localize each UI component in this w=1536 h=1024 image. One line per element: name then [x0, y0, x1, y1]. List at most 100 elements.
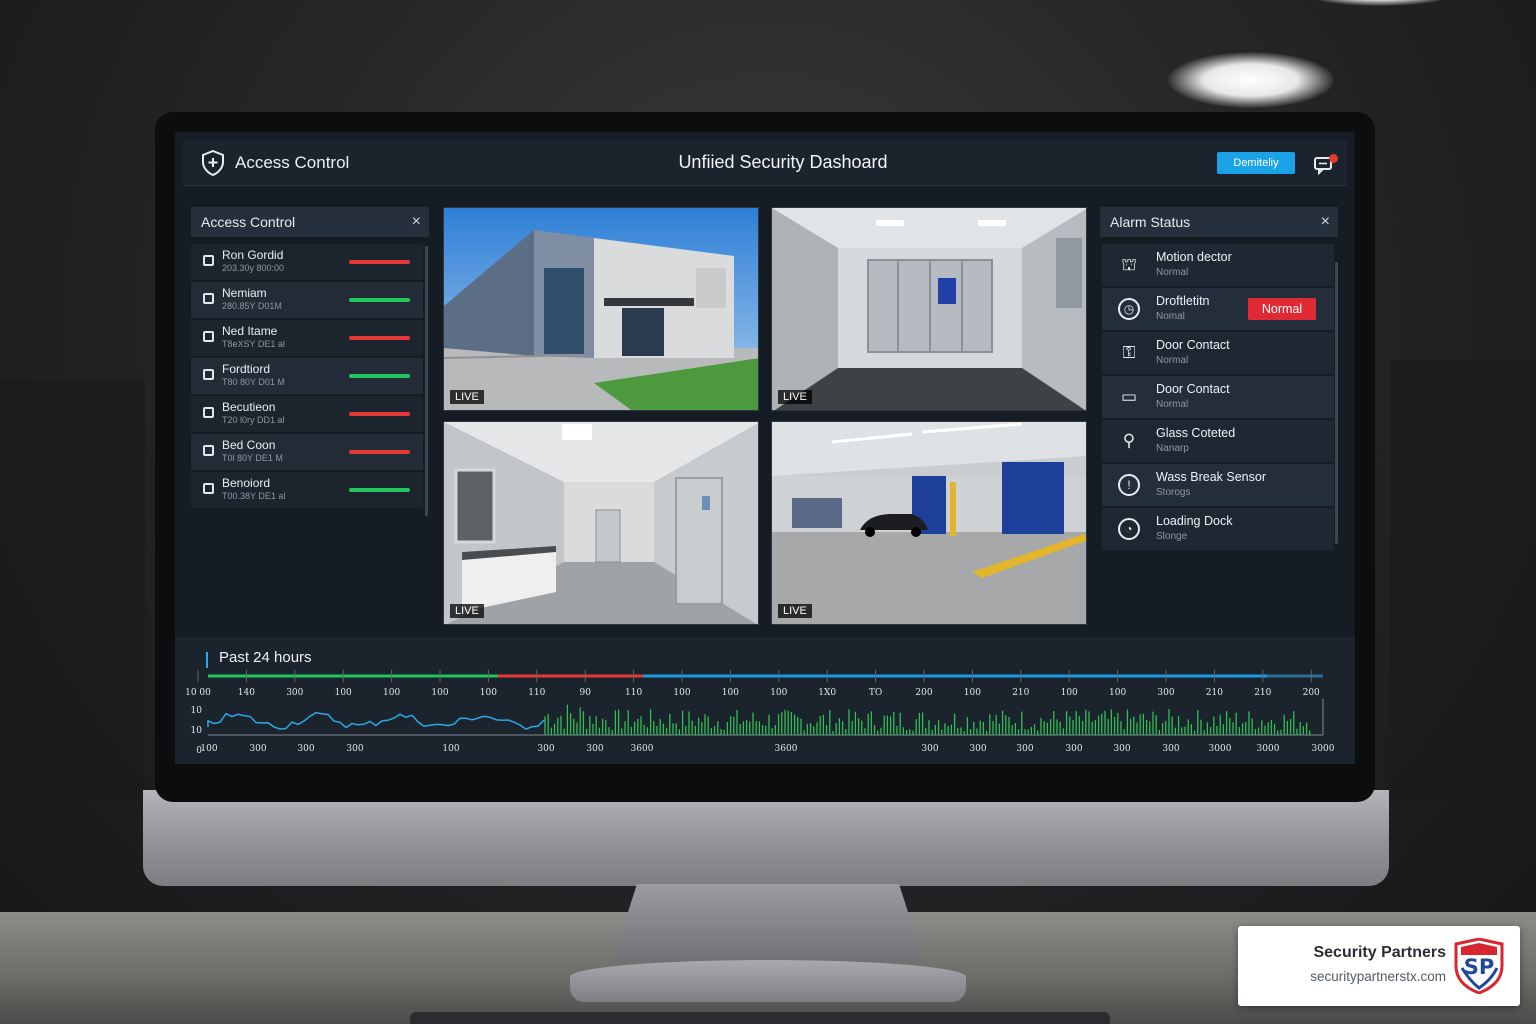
scrollbar[interactable] — [1335, 262, 1338, 544]
alarm-item-status: Nanarp — [1156, 443, 1189, 454]
access-item-name: Bed Coon — [222, 438, 276, 452]
alarm-item-status: Normal — [1156, 399, 1189, 410]
brand-mark-text: SP — [1464, 955, 1495, 979]
camera-feed-exterior[interactable]: LIVE — [443, 207, 759, 411]
page-title: Unfiied Security Dashoard — [678, 152, 888, 172]
timeline-top-tick-label: 10 00 — [185, 688, 211, 698]
timeline-top-tick-label: 300 — [286, 688, 303, 698]
alarm-list-item[interactable]: ⛫ Motion dector Normal — [1102, 244, 1334, 286]
access-status-bar — [349, 412, 410, 416]
dashboard-screen: Access Control Unfiied Security Dashoard… — [175, 132, 1355, 764]
alarm-panel-title: Alarm Status — [1110, 214, 1191, 230]
notification-badge — [1329, 154, 1338, 163]
access-status-bar — [349, 488, 410, 492]
door-icon — [203, 255, 214, 266]
access-item-timestamp: 203.30y 800:00 — [222, 263, 285, 273]
clock-icon: ◔ — [1118, 518, 1140, 540]
access-list-item[interactable]: Bed Coon T0l 80Y DE1 M — [191, 434, 423, 470]
brand-url: securitypartnerstx.com — [1310, 969, 1446, 984]
door-icon — [203, 331, 214, 342]
timeline-top-tick-label: 100 — [964, 688, 981, 698]
timeline-top-tick-label: 100 — [335, 688, 352, 698]
alarm-list-item[interactable]: ◔ Loading Dock Slonge — [1102, 508, 1334, 550]
timeline-top-tick-label: 100 — [383, 688, 400, 698]
timeline-top-tick-label: 200 — [915, 688, 932, 698]
access-status-bar — [349, 374, 410, 378]
access-list-item[interactable]: Becutieon T20 l0ry DD1 al — [191, 396, 423, 432]
close-icon[interactable]: × — [1321, 207, 1330, 237]
background-cabinet — [0, 380, 145, 800]
monitor-icon: ▭ — [1120, 387, 1138, 406]
alarm-list-item[interactable]: ◷ Droftletitn Nomal Normal — [1102, 288, 1334, 330]
alarm-list-item[interactable]: ⚿ Door Contact Normal — [1102, 332, 1334, 374]
alarm-item-name: Motion dector — [1156, 250, 1232, 264]
access-item-timestamp: 280.85Y D01M — [222, 301, 282, 311]
access-item-timestamp: T80 80Y D01 M — [222, 377, 285, 387]
access-item-name: Benoiord — [222, 476, 271, 490]
timeline-bottom-tick-label: 3000 — [1312, 744, 1335, 754]
access-status-bar — [349, 260, 410, 264]
access-list-item[interactable]: Nemiam 280.85Y D01M — [191, 282, 423, 318]
access-list-item[interactable]: Fordtiord T80 80Y D01 M — [191, 358, 423, 394]
door-icon — [203, 293, 214, 304]
timeline-y-label: 10 — [191, 706, 203, 716]
access-list-item[interactable]: Benoiord T00.38Y DE1 al — [191, 472, 423, 508]
access-panel-header: Access Control × — [191, 207, 429, 237]
timeline-bottom-tick-label: 300 — [249, 744, 266, 754]
live-indicator: LIVE — [450, 604, 484, 618]
camera-feed-entrance[interactable]: LIVE — [771, 207, 1087, 411]
app-brand[interactable]: Access Control — [201, 150, 349, 176]
app-title: Access Control — [235, 153, 350, 172]
camera-image — [444, 208, 758, 410]
timeline-bottom-tick-label: 300 — [969, 744, 986, 754]
camera-feed-loading-dock[interactable]: LIVE — [771, 421, 1087, 625]
access-list: Ron Gordid 203.30y 800:00 Nemiam 280.85Y D0… — [191, 244, 423, 510]
timeline-top-tick-label: 140 — [238, 688, 255, 698]
monitor-stand-base — [570, 960, 966, 1002]
door-icon — [203, 483, 214, 494]
header-action-button[interactable]: Demiteliy — [1217, 152, 1295, 174]
timeline-top-tick-label: 300 — [1157, 688, 1174, 698]
timeline-top-tick-label: 100 — [673, 688, 690, 698]
brand-card[interactable]: Security Partners securitypartnerstx.com… — [1238, 926, 1520, 1006]
timeline-bottom-tick-label: 300 — [1016, 744, 1033, 754]
status-badge: Normal — [1248, 298, 1316, 320]
alarm-list-item[interactable]: ⚲ Glass Coteted Nanarp — [1102, 420, 1334, 462]
alarm-list-item[interactable]: ▭ Door Contact Normal — [1102, 376, 1334, 418]
timeline-top-tick-label: 200 — [1303, 688, 1320, 698]
scrollbar[interactable] — [425, 246, 428, 516]
door-contact-icon: ⚿ — [1122, 343, 1136, 362]
access-list-item[interactable]: Ron Gordid 203.30y 800:00 — [191, 244, 423, 280]
timeline-bottom-tick-label: 300 — [586, 744, 603, 754]
monitor-chin — [143, 790, 1389, 886]
alarm-item-name: Door Contact — [1156, 338, 1230, 352]
alarm-list: ⛫ Motion dector Normal ◷ Droftletitn Nomal Nor… — [1102, 244, 1334, 552]
alarm-item-status: Nomal — [1156, 311, 1185, 322]
timeline-chart[interactable]: 10 00 140 300 100 100 100 100 110 90 110 100 100 100… — [175, 637, 1355, 764]
alarm-list-item[interactable]: ! Wass Break Sensor Storogs — [1102, 464, 1334, 506]
timeline-top-tick-label: 100 — [431, 688, 448, 698]
close-icon[interactable]: × — [412, 207, 421, 237]
alarm-item-status: Normal — [1156, 267, 1189, 278]
live-indicator: LIVE — [778, 604, 812, 618]
timeline-bottom-tick-label: 3600 — [775, 744, 798, 754]
camera-feed-hallway[interactable]: LIVE — [443, 421, 759, 625]
access-item-name: Becutieon — [222, 400, 276, 414]
keyboard — [410, 1012, 1110, 1024]
door-icon — [203, 445, 214, 456]
timeline-bottom-tick-label: 3000 — [1257, 744, 1280, 754]
ceiling-light — [1300, 0, 1460, 6]
activity-trend-line — [207, 711, 545, 731]
camera-image — [772, 422, 1086, 624]
access-list-item[interactable]: Ned Itame T8eXSY DE1 al — [191, 320, 423, 356]
timeline-y-label: 10 — [191, 726, 203, 736]
timeline-top-tick-label: 110 — [625, 688, 642, 698]
timeline-bottom-tick-label: 300 — [1065, 744, 1082, 754]
shield-icon — [202, 150, 224, 176]
brand-shield-logo: SP — [1454, 938, 1504, 994]
access-item-name: Ron Gordid — [222, 248, 284, 262]
clock-icon: ◷ — [1118, 298, 1140, 320]
timeline-top-tick-label: 100 — [1109, 688, 1126, 698]
dashboard-header: Access Control Unfiied Security Dashoard… — [183, 140, 1347, 186]
ceiling-light — [1168, 52, 1334, 108]
